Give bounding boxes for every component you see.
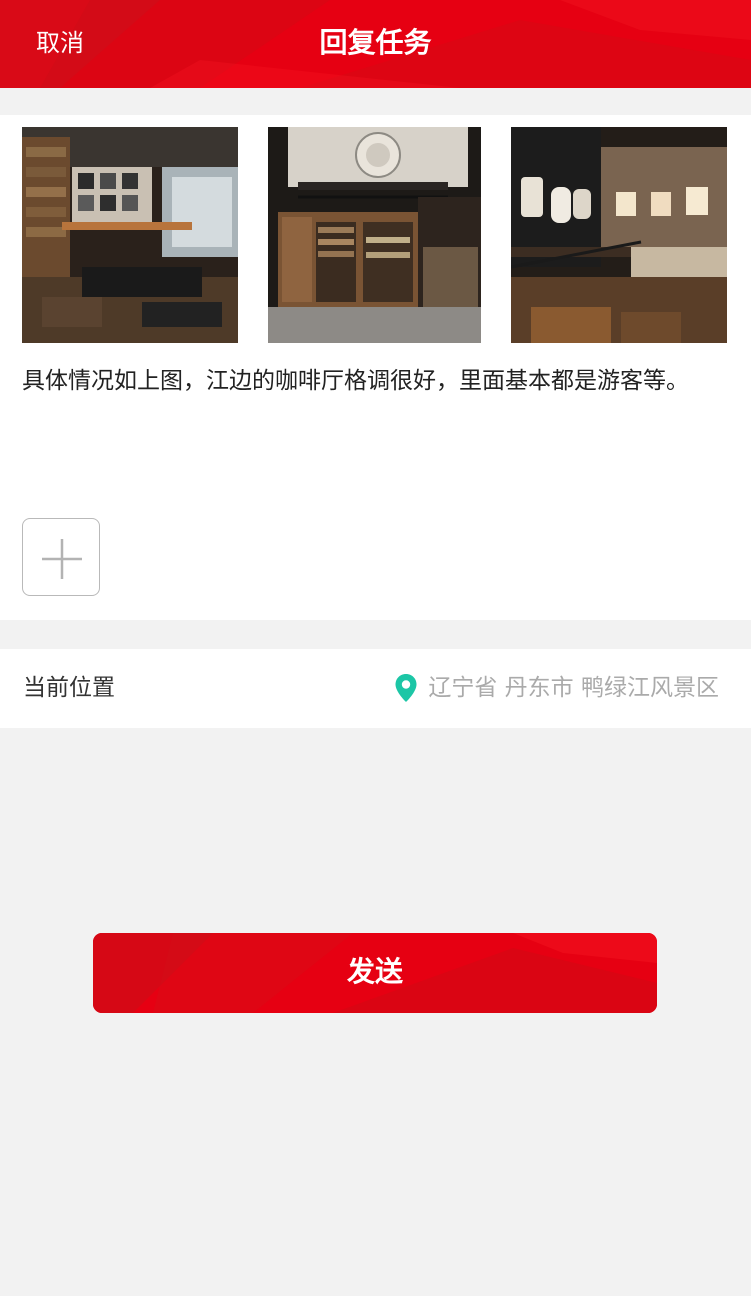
- photo-cafe-interior-1[interactable]: [22, 127, 238, 343]
- task-description[interactable]: 具体情况如上图，江边的咖啡厅格调很好，里面基本都是游客等。: [22, 365, 732, 397]
- app-header: 取消 回复任务: [0, 0, 751, 88]
- send-button[interactable]: 发送: [93, 933, 657, 1013]
- plus-icon: [42, 539, 82, 579]
- location-row: 当前位置 辽宁省 丹东市 鸭绿江风景区: [0, 649, 751, 728]
- page-title: 回复任务: [319, 26, 432, 59]
- send-label: 发送: [346, 955, 403, 988]
- location-text: 辽宁省 丹东市 鸭绿江风景区: [428, 675, 719, 701]
- location-label: 当前位置: [23, 675, 115, 701]
- photo-cafe-interior-3[interactable]: [511, 127, 727, 343]
- add-photo-button[interactable]: [22, 518, 100, 596]
- reply-content-card: 具体情况如上图，江边的咖啡厅格调很好，里面基本都是游客等。: [0, 115, 751, 620]
- location-pin-icon: [395, 674, 417, 702]
- location-value[interactable]: 辽宁省 丹东市 鸭绿江风景区: [394, 672, 719, 704]
- photo-cafe-interior-2[interactable]: [268, 127, 481, 343]
